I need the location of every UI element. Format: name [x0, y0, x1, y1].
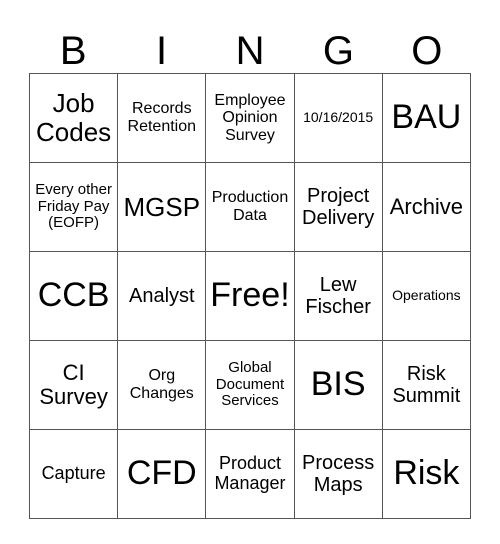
- header-letter-n: N: [235, 29, 265, 73]
- bingo-cell[interactable]: Records Retention: [117, 73, 207, 163]
- board-row: CCB Analyst Free! Lew Fischer Operations: [28, 251, 472, 341]
- board-row: Capture CFD Product Manager Process Maps…: [28, 429, 472, 519]
- bingo-cell[interactable]: MGSP: [117, 162, 207, 252]
- bingo-cell[interactable]: CI Survey: [28, 340, 119, 430]
- bingo-cell[interactable]: 10/16/2015: [293, 73, 383, 163]
- free-space-cell[interactable]: Free!: [205, 251, 295, 341]
- bingo-cell[interactable]: Risk Summit: [381, 340, 472, 430]
- bingo-cell[interactable]: Lew Fischer: [293, 251, 383, 341]
- bingo-cell[interactable]: Production Data: [205, 162, 295, 252]
- bingo-cell[interactable]: Operations: [381, 251, 472, 341]
- bingo-board: Job Codes Records Retention Employee Opi…: [28, 73, 472, 519]
- bingo-cell[interactable]: Employee Opinion Survey: [205, 73, 295, 163]
- bingo-cell[interactable]: Process Maps: [293, 429, 383, 519]
- bingo-cell[interactable]: Project Delivery: [293, 162, 383, 252]
- bingo-cell[interactable]: Analyst: [117, 251, 207, 341]
- bingo-cell[interactable]: Product Manager: [205, 429, 295, 519]
- bingo-cell[interactable]: Org Changes: [117, 340, 207, 430]
- bingo-cell[interactable]: BAU: [381, 73, 472, 163]
- bingo-cell[interactable]: Global Document Services: [205, 340, 295, 430]
- header-letter-o: O: [411, 29, 443, 73]
- bingo-cell[interactable]: CCB: [28, 251, 119, 341]
- bingo-cell[interactable]: Archive: [381, 162, 472, 252]
- bingo-cell[interactable]: Job Codes: [28, 73, 119, 163]
- board-row: Every other Friday Pay (EOFP) MGSP Produ…: [28, 162, 472, 252]
- board-row: CI Survey Org Changes Global Document Se…: [28, 340, 472, 430]
- bingo-header: B I N G O: [29, 30, 471, 72]
- header-letter-g: G: [322, 29, 354, 73]
- bingo-cell[interactable]: Risk: [381, 429, 472, 519]
- bingo-cell[interactable]: Capture: [28, 429, 119, 519]
- bingo-cell[interactable]: Every other Friday Pay (EOFP): [28, 162, 119, 252]
- header-letter-b: B: [59, 29, 87, 73]
- bingo-cell[interactable]: CFD: [117, 429, 207, 519]
- board-row: Job Codes Records Retention Employee Opi…: [28, 73, 472, 163]
- bingo-cell[interactable]: BIS: [293, 340, 383, 430]
- header-letter-i: I: [156, 29, 168, 73]
